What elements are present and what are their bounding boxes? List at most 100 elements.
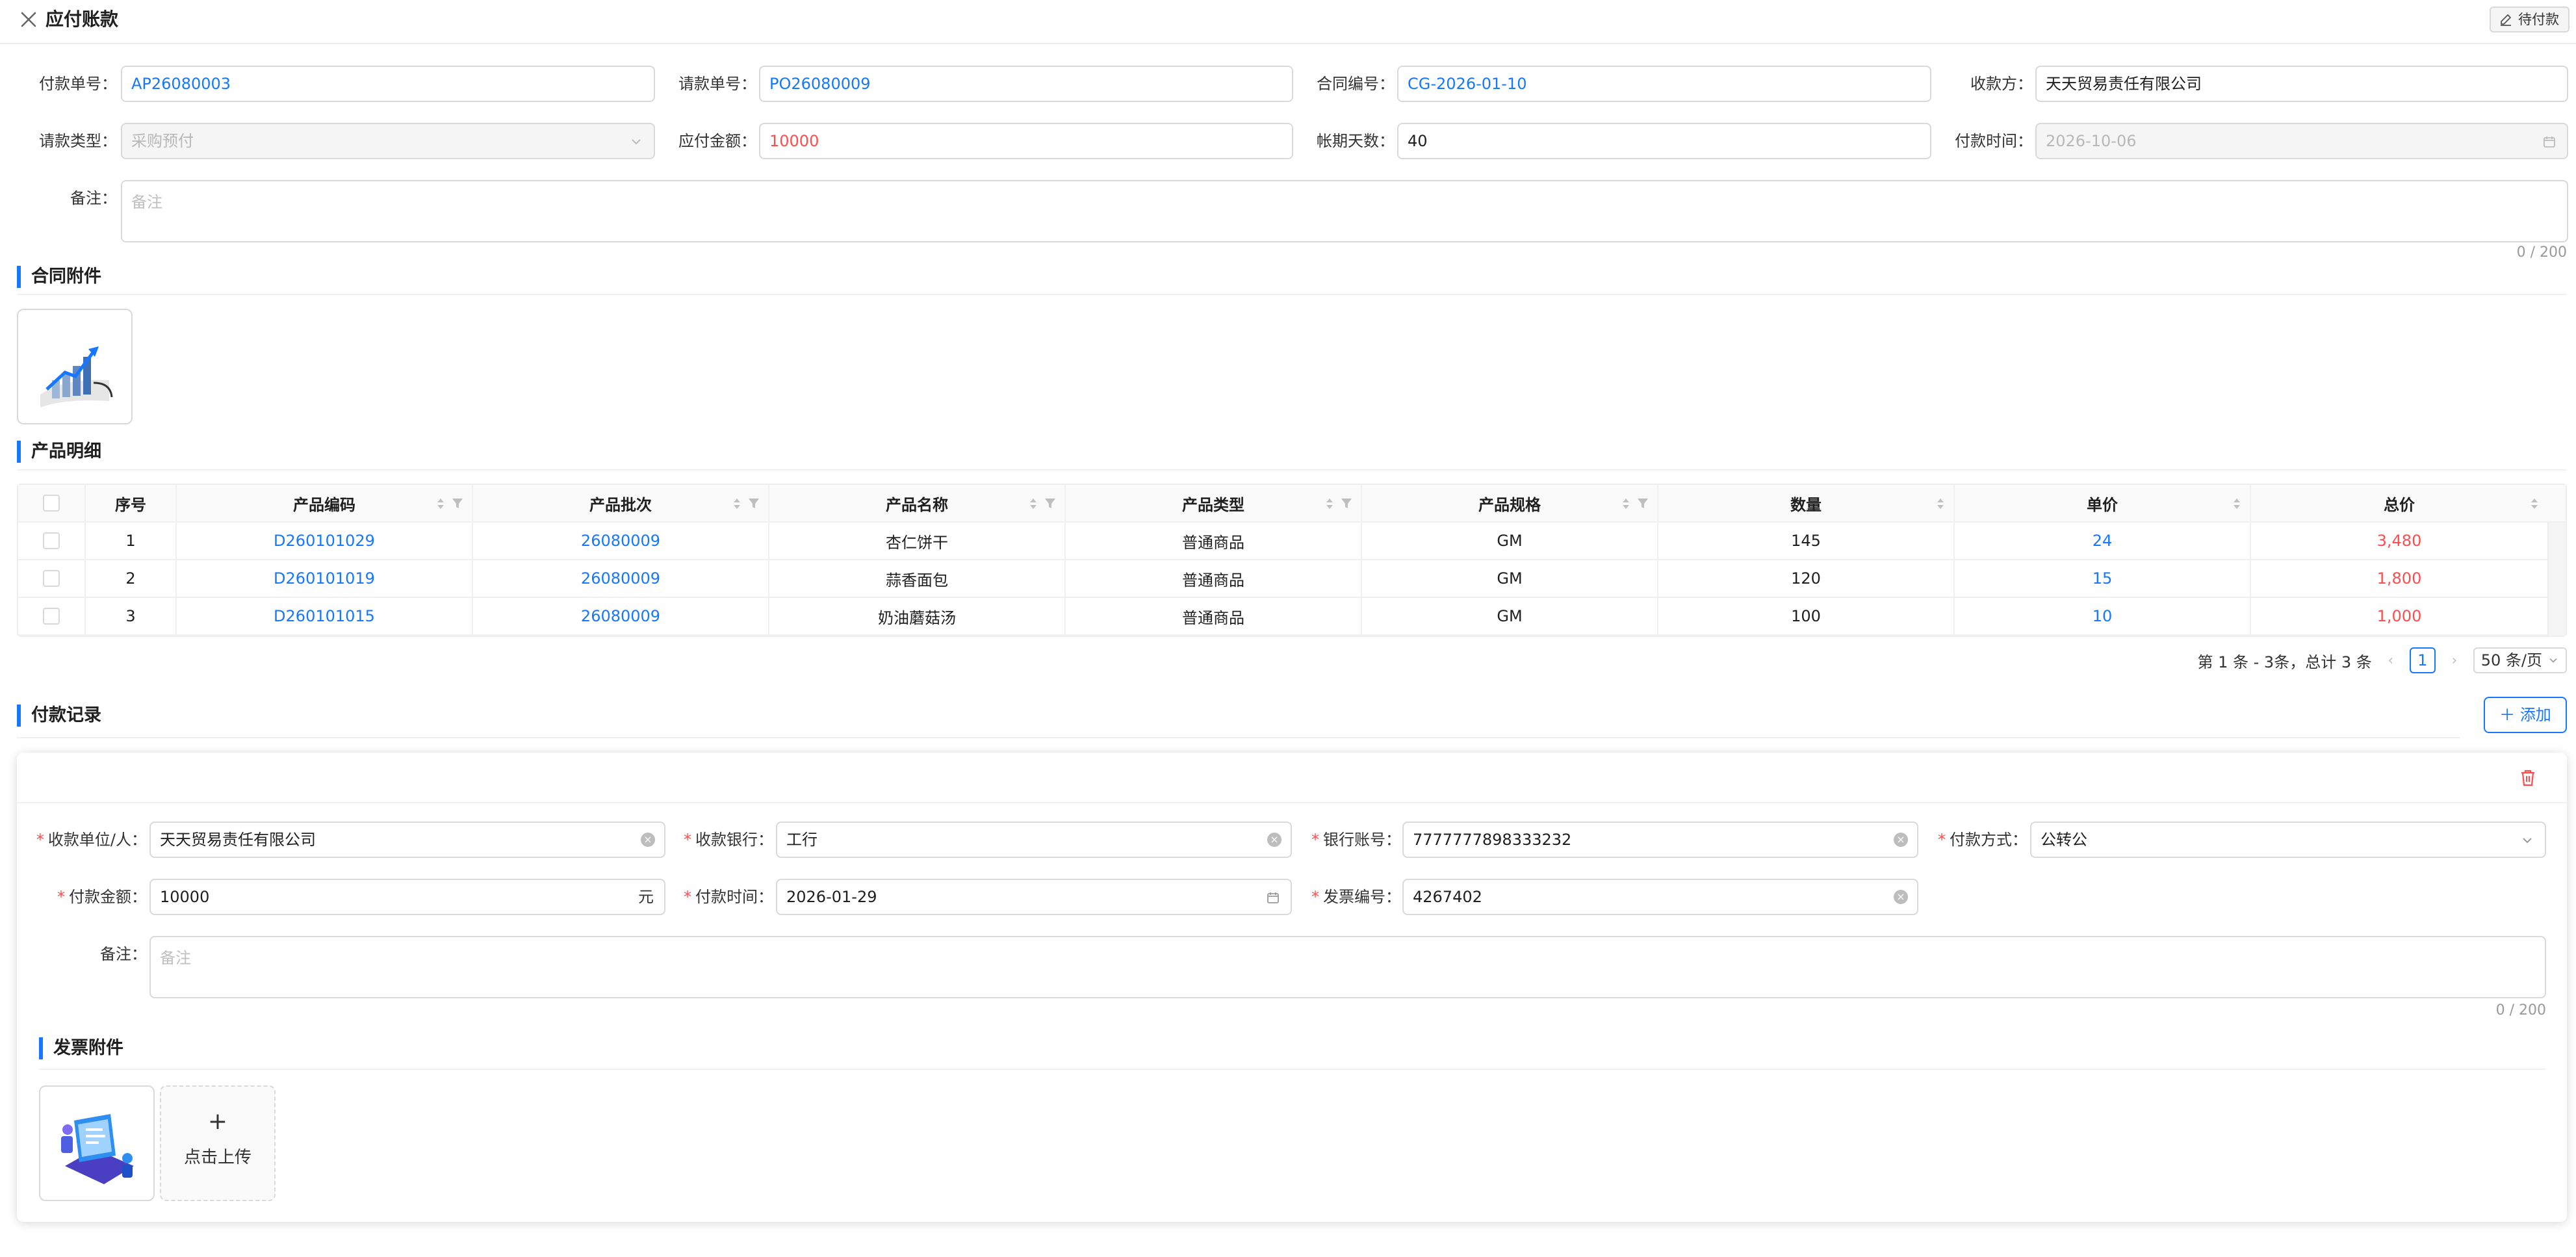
cell-qty: 145 bbox=[1658, 523, 1955, 559]
filter-icon[interactable] bbox=[1340, 496, 1353, 510]
column-header-name[interactable]: 产品名称 bbox=[769, 485, 1066, 521]
select-all-checkbox[interactable] bbox=[43, 495, 60, 512]
chart-image-icon bbox=[40, 346, 113, 408]
clear-icon[interactable]: × bbox=[1894, 833, 1908, 847]
column-header-qty[interactable]: 数量 bbox=[1658, 485, 1955, 521]
request-type-select[interactable]: 采购预付 bbox=[121, 123, 655, 159]
status-button[interactable]: 待付款 bbox=[2490, 6, 2570, 32]
laptop-image-icon bbox=[61, 1114, 134, 1184]
filter-icon[interactable] bbox=[747, 496, 760, 510]
column-header-batch[interactable]: 产品批次 bbox=[473, 485, 769, 521]
column-header-total[interactable]: 总价 bbox=[2251, 485, 2547, 521]
bank-input[interactable]: 工行 × bbox=[776, 822, 1292, 858]
row-checkbox[interactable] bbox=[43, 532, 60, 549]
sort-icon[interactable] bbox=[732, 496, 742, 512]
term-days-label: 帐期天数： bbox=[1317, 132, 1395, 150]
sort-icon[interactable] bbox=[1621, 496, 1631, 512]
term-days-input[interactable]: 40 bbox=[1397, 123, 1931, 159]
table-header-row: 序号 产品编码 产品批次 产品名称 产品类型 产品规格 数量 单价 总价 bbox=[18, 485, 2566, 523]
remark-textarea[interactable]: 备注 bbox=[121, 180, 2568, 242]
column-header-price[interactable]: 单价 bbox=[1955, 485, 2251, 521]
clear-icon[interactable]: × bbox=[1267, 833, 1282, 847]
cell-batch[interactable]: 26080009 bbox=[473, 560, 769, 597]
sort-icon[interactable] bbox=[435, 496, 446, 512]
chevron-down-icon bbox=[632, 139, 641, 145]
add-payment-button[interactable]: ＋ 添加 bbox=[2484, 697, 2567, 733]
amount-due-input[interactable]: 10000 bbox=[759, 123, 1293, 159]
amount-input[interactable]: 10000 元 bbox=[149, 879, 665, 915]
record-remark-textarea[interactable]: 备注 bbox=[149, 936, 2546, 998]
currency-unit: 元 bbox=[638, 888, 654, 906]
clear-icon[interactable]: × bbox=[1894, 890, 1908, 904]
delete-icon[interactable] bbox=[2519, 768, 2537, 788]
cell-batch[interactable]: 26080009 bbox=[473, 598, 769, 634]
request-type-label: 请款类型： bbox=[39, 132, 117, 150]
cell-product-name: 奶油蘑菇汤 bbox=[769, 598, 1066, 634]
contract-no-label: 合同编号： bbox=[1317, 75, 1395, 93]
filter-icon[interactable] bbox=[451, 496, 464, 510]
cell-product-code[interactable]: D260101019 bbox=[177, 560, 473, 597]
pay-time-picker[interactable]: 2026-01-29 bbox=[776, 879, 1292, 915]
upload-button[interactable]: + 点击上传 bbox=[160, 1085, 276, 1201]
sort-icon[interactable] bbox=[2232, 496, 2242, 512]
row-checkbox[interactable] bbox=[43, 570, 60, 587]
cell-product-code[interactable]: D260101029 bbox=[177, 523, 473, 559]
cell-index: 2 bbox=[86, 560, 177, 597]
calendar-icon bbox=[1267, 892, 1279, 903]
filter-icon[interactable] bbox=[1044, 496, 1057, 510]
payee-input[interactable]: 天天贸易责任有限公司 bbox=[2035, 66, 2568, 102]
row-checkbox[interactable] bbox=[43, 608, 60, 625]
invoice-no-input[interactable]: 4267402 × bbox=[1402, 879, 1918, 915]
method-select[interactable]: 公转公 bbox=[2030, 822, 2546, 858]
payment-time-label: 付款时间： bbox=[1955, 132, 2033, 150]
sort-icon[interactable] bbox=[1324, 496, 1335, 512]
cell-product-name: 蒜香面包 bbox=[769, 560, 1066, 597]
pagination: 第 1 条 - 3条，总计 3 条 ‹ 1 › 50 条/页 bbox=[2197, 646, 2567, 675]
close-icon[interactable] bbox=[17, 8, 40, 31]
prev-page-icon[interactable]: ‹ bbox=[2382, 653, 2399, 669]
bank-label: * 收款银行： bbox=[684, 831, 773, 849]
add-payment-label: 添加 bbox=[2519, 706, 2551, 724]
page-size-select[interactable]: 50 条/页 bbox=[2473, 647, 2567, 673]
section-divider bbox=[17, 469, 2567, 471]
account-input[interactable]: 7777777898333232 × bbox=[1402, 822, 1918, 858]
cell-index: 3 bbox=[86, 598, 177, 634]
column-header-type[interactable]: 产品类型 bbox=[1066, 485, 1362, 521]
column-header-spec[interactable]: 产品规格 bbox=[1362, 485, 1658, 521]
cell-batch[interactable]: 26080009 bbox=[473, 523, 769, 559]
column-header-index: 序号 bbox=[86, 485, 177, 521]
page-number-current[interactable]: 1 bbox=[2409, 647, 2436, 673]
amount-label: * 付款金额： bbox=[57, 888, 147, 906]
table-row[interactable]: 2 D260101019 26080009 蒜香面包 普通商品 GM 120 1… bbox=[18, 560, 2566, 598]
cell-spec: GM bbox=[1362, 523, 1658, 559]
payment-no-input[interactable]: AP26080003 bbox=[121, 66, 655, 102]
row-checkbox-cell bbox=[18, 598, 86, 634]
payment-time-picker[interactable]: 2026-10-06 bbox=[2035, 123, 2568, 159]
cell-product-code[interactable]: D260101015 bbox=[177, 598, 473, 634]
filter-icon[interactable] bbox=[1636, 496, 1649, 510]
section-title-product-details: 产品明细 bbox=[17, 441, 101, 463]
clear-icon[interactable]: × bbox=[641, 833, 655, 847]
cell-product-type: 普通商品 bbox=[1066, 598, 1362, 634]
cell-product-type: 普通商品 bbox=[1066, 523, 1362, 559]
request-no-input[interactable]: PO26080009 bbox=[759, 66, 1293, 102]
receiver-input[interactable]: 天天贸易责任有限公司 × bbox=[149, 822, 665, 858]
sort-icon[interactable] bbox=[2529, 496, 2540, 512]
sort-icon[interactable] bbox=[1935, 496, 1946, 512]
column-header-code[interactable]: 产品编码 bbox=[177, 485, 473, 521]
page-title: 应付账款 bbox=[45, 8, 119, 30]
cell-spec: GM bbox=[1362, 598, 1658, 634]
table-scrollbar[interactable] bbox=[2547, 523, 2566, 636]
accounts-payable-page: 应付账款 待付款 付款单号： AP26080003 请款单号： PO260800… bbox=[0, 0, 2576, 1257]
contract-attachment-thumbnail[interactable] bbox=[17, 309, 133, 424]
section-title-payment-records: 付款记录 bbox=[17, 705, 101, 727]
account-label: * 银行账号： bbox=[1311, 831, 1401, 849]
invoice-attachment-thumbnail[interactable] bbox=[39, 1085, 155, 1201]
column-header-label: 产品名称 bbox=[886, 495, 948, 514]
record-remark-label: 备注： bbox=[100, 945, 147, 963]
contract-no-input[interactable]: CG-2026-01-10 bbox=[1397, 66, 1931, 102]
sort-icon[interactable] bbox=[1028, 496, 1038, 512]
table-row[interactable]: 1 D260101029 26080009 杏仁饼干 普通商品 GM 145 2… bbox=[18, 523, 2566, 560]
next-page-icon[interactable]: › bbox=[2446, 653, 2463, 669]
table-row[interactable]: 3 D260101015 26080009 奶油蘑菇汤 普通商品 GM 100 … bbox=[18, 598, 2566, 636]
